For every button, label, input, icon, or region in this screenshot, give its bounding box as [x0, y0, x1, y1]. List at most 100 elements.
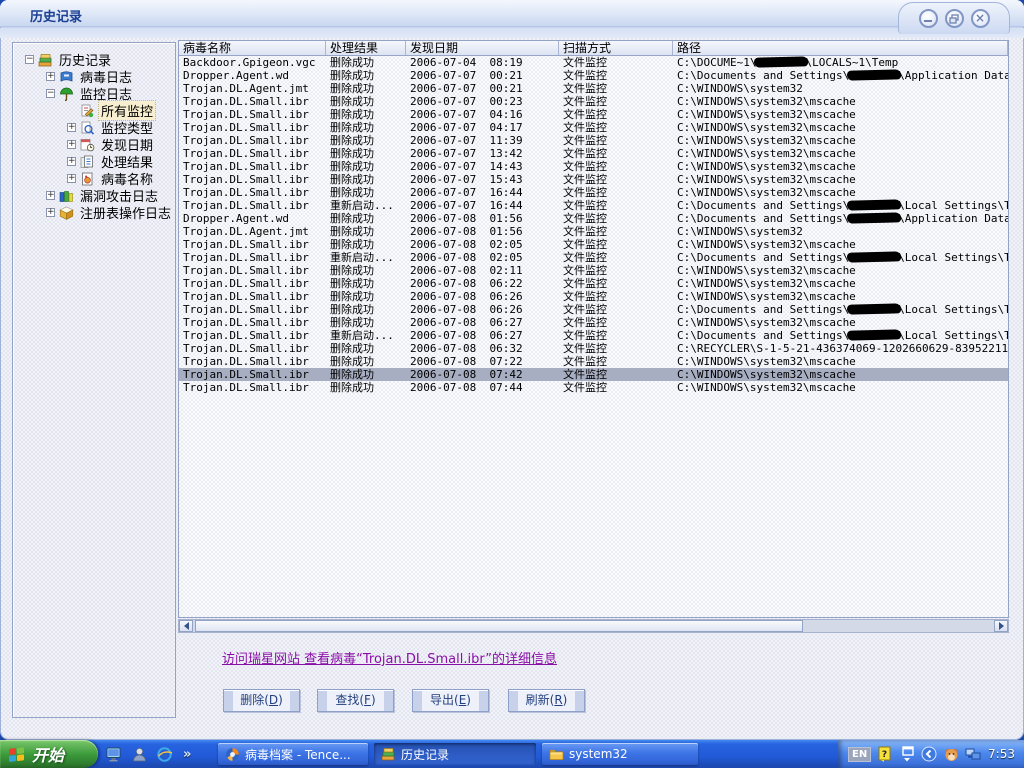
path-cell: C:\WINDOWS\system32\mscache [673, 368, 1008, 381]
date-cell: 2006-07-07 00:23 [406, 95, 559, 108]
virus-name-cell: Trojan.DL.Small.ibr [179, 108, 326, 121]
table-row[interactable]: Trojan.DL.Small.ibr删除成功2006-07-08 06:26文… [179, 290, 1008, 303]
tree-item-监控日志[interactable]: −监控日志 [13, 85, 175, 102]
date-cell: 2006-07-07 13:42 [406, 147, 559, 160]
task-button-病毒档案 - Tence...[interactable]: 病毒档案 - Tence... [218, 743, 368, 765]
virus-name-cell: Trojan.DL.Small.ibr [179, 121, 326, 134]
ie-icon[interactable]: e [156, 746, 173, 763]
refresh-button[interactable]: 刷新(R) [508, 689, 585, 712]
tree-item-漏洞攻击日志[interactable]: +漏洞攻击日志 [13, 187, 175, 204]
start-button[interactable]: 开始 [0, 740, 98, 768]
table-row[interactable]: Trojan.DL.Small.ibr删除成功2006-07-08 06:22文… [179, 277, 1008, 290]
hide-tray-icons-icon[interactable] [921, 746, 937, 762]
tree-item-处理结果[interactable]: +处理结果 [13, 153, 175, 170]
tree-toggle-icon[interactable]: + [67, 157, 76, 166]
date-cell: 2006-07-07 04:16 [406, 108, 559, 121]
table-row[interactable]: Trojan.DL.Small.ibr删除成功2006-07-07 04:16文… [179, 108, 1008, 121]
language-indicator[interactable]: EN [848, 747, 871, 762]
table-row[interactable]: Trojan.DL.Small.ibr删除成功2006-07-08 06:32文… [179, 342, 1008, 355]
column-header-0[interactable]: 病毒名称 [179, 41, 326, 55]
date-cell: 2006-07-08 02:05 [406, 251, 559, 264]
tree-item-历史记录[interactable]: −历史记录 [13, 51, 175, 68]
export-button[interactable]: 导出(E) [412, 689, 489, 712]
table-row[interactable]: Trojan.DL.Small.ibr重新启动...2006-07-07 16:… [179, 199, 1008, 212]
tree-toggle-icon[interactable]: + [67, 140, 76, 149]
clock[interactable]: 7:53 [988, 747, 1015, 761]
table-row[interactable]: Trojan.DL.Small.ibr删除成功2006-07-07 14:43文… [179, 160, 1008, 173]
virus-name-cell: Trojan.DL.Small.ibr [179, 355, 326, 368]
table-row[interactable]: Trojan.DL.Small.ibr删除成功2006-07-08 07:22文… [179, 355, 1008, 368]
virus-detail-link[interactable]: 访问瑞星网站 查看病毒“Trojan.DL.Small.ibr”的详细信息 [222, 648, 557, 667]
tree-toggle-icon[interactable]: + [67, 174, 76, 183]
scrollbar-thumb[interactable] [195, 620, 803, 632]
table-row[interactable]: Trojan.DL.Small.ibr删除成功2006-07-07 04:17文… [179, 121, 1008, 134]
help-tray-icon[interactable]: ? [877, 746, 893, 762]
tree-item-所有监控[interactable]: 所有监控 [13, 102, 175, 119]
tree-item-发现日期[interactable]: +发现日期 [13, 136, 175, 153]
table-row[interactable]: Trojan.DL.Small.ibr删除成功2006-07-07 13:42文… [179, 147, 1008, 160]
table-row[interactable]: Trojan.DL.Agent.jmt删除成功2006-07-07 00:21文… [179, 82, 1008, 95]
virus-name-cell: Trojan.DL.Agent.jmt [179, 225, 326, 238]
path-cell: C:\WINDOWS\system32\mscache [673, 355, 1008, 368]
table-row[interactable]: Trojan.DL.Small.ibr删除成功2006-07-08 06:26文… [179, 303, 1008, 316]
tree-item-注册表操作日志[interactable]: +注册表操作日志 [13, 204, 175, 221]
task-button-历史记录[interactable]: 历史记录 [374, 743, 536, 765]
minimize-button[interactable] [919, 9, 938, 28]
table-row[interactable]: Trojan.DL.Agent.jmt删除成功2006-07-08 01:56文… [179, 225, 1008, 238]
path-cell: C:\Documents and Settings\\Local Setting… [673, 199, 1008, 212]
virus-name-cell: Trojan.DL.Small.ibr [179, 264, 326, 277]
virus-name-cell: Dropper.Agent.wd [179, 212, 326, 225]
table-row[interactable]: Backdoor.Gpigeon.vgc删除成功2006-07-04 08:19… [179, 56, 1008, 69]
tree-toggle-icon[interactable]: − [25, 55, 34, 64]
virus-name-cell: Dropper.Agent.wd [179, 69, 326, 82]
restore-button[interactable] [945, 9, 964, 28]
title-band [0, 28, 1024, 38]
quicklaunch-chevron-icon[interactable]: » [183, 747, 191, 762]
table-row[interactable]: Trojan.DL.Small.ibr重新启动...2006-07-08 02:… [179, 251, 1008, 264]
table-row[interactable]: Trojan.DL.Small.ibr删除成功2006-07-07 11:39文… [179, 134, 1008, 147]
find-button[interactable]: 查找(F) [317, 689, 394, 712]
table-row[interactable]: Trojan.DL.Small.ibr删除成功2006-07-07 15:43文… [179, 173, 1008, 186]
table-row[interactable]: Trojan.DL.Small.ibr重新启动...2006-07-08 06:… [179, 329, 1008, 342]
path-cell: C:\RECYCLER\S-1-5-21-436374069-120266062… [673, 342, 1008, 355]
table-row[interactable]: Dropper.Agent.wd删除成功2006-07-08 01:56文件监控… [179, 212, 1008, 225]
table-row[interactable]: Trojan.DL.Small.ibr删除成功2006-07-08 02:05文… [179, 238, 1008, 251]
scan-cell: 文件监控 [559, 251, 673, 264]
scroll-right-button[interactable] [994, 620, 1008, 632]
scroll-left-button[interactable] [179, 620, 193, 632]
network-tray-icon[interactable] [965, 746, 981, 762]
table-row[interactable]: Trojan.DL.Small.ibr删除成功2006-07-08 07:44文… [179, 381, 1008, 394]
tree-item-病毒日志[interactable]: +病毒日志 [13, 68, 175, 85]
horizontal-scrollbar[interactable] [178, 619, 1009, 633]
column-header-4[interactable]: 路径 [673, 41, 1008, 55]
svg-text:e: e [161, 751, 167, 761]
table-row[interactable]: Trojan.DL.Small.ibr删除成功2006-07-08 07:42文… [179, 368, 1008, 381]
tree-item-病毒名称[interactable]: +病毒名称 [13, 170, 175, 187]
column-header-3[interactable]: 扫描方式 [559, 41, 673, 55]
table-row[interactable]: Trojan.DL.Small.ibr删除成功2006-07-07 00:23文… [179, 95, 1008, 108]
rising-lion-tray-icon[interactable] [943, 746, 959, 762]
column-header-2[interactable]: 发现日期 [406, 41, 559, 55]
column-header-1[interactable]: 处理结果 [326, 41, 406, 55]
table-row[interactable]: Trojan.DL.Small.ibr删除成功2006-07-08 02:11文… [179, 264, 1008, 277]
user-icon[interactable] [131, 746, 148, 763]
virus-name-cell: Trojan.DL.Small.ibr [179, 342, 326, 355]
scan-cell: 文件监控 [559, 173, 673, 186]
tree-toggle-icon[interactable]: + [46, 72, 55, 81]
table-row[interactable]: Dropper.Agent.wd删除成功2006-07-07 00:21文件监控… [179, 69, 1008, 82]
tree-toggle-icon[interactable]: + [46, 191, 55, 200]
result-cell: 删除成功 [326, 303, 406, 316]
tree-toggle-icon[interactable]: − [46, 89, 55, 98]
tree-toggle-icon[interactable]: + [46, 208, 55, 217]
path-cell: C:\WINDOWS\system32\mscache [673, 147, 1008, 160]
table-row[interactable]: Trojan.DL.Small.ibr删除成功2006-07-08 06:27文… [179, 316, 1008, 329]
popup-window-icon[interactable] [899, 746, 915, 762]
delete-button[interactable]: 删除(D) [223, 689, 300, 712]
tree-toggle-icon[interactable]: + [67, 123, 76, 132]
close-button[interactable]: × [971, 9, 990, 28]
show-desktop-icon[interactable] [106, 746, 123, 763]
tree-item-监控类型[interactable]: +监控类型 [13, 119, 175, 136]
task-button-system32[interactable]: system32 [542, 743, 698, 765]
title-bar[interactable]: 历史记录 [0, 0, 1024, 27]
table-row[interactable]: Trojan.DL.Small.ibr删除成功2006-07-07 16:44文… [179, 186, 1008, 199]
